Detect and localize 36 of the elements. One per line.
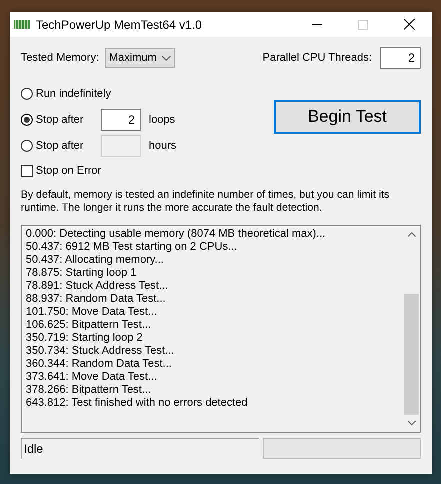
- scroll-down-icon[interactable]: [408, 421, 416, 426]
- log-line: 0.000: Detecting usable memory (8074 MB theoretical max)...: [26, 228, 327, 241]
- unit-label: loops: [149, 114, 176, 126]
- log-line: 373.641: Move Data Test...: [26, 371, 158, 384]
- window-title: TechPowerUp MemTest64 v1.0: [36, 18, 204, 32]
- log-line: 78.891: Stuck Address Test...: [26, 280, 170, 293]
- log-line: 106.625: Bitpattern Test...: [26, 319, 152, 332]
- log-line: 643.812: Test finished with no errors detected: [26, 397, 249, 410]
- cpu-threads-label: Parallel CPU Threads:: [262, 52, 372, 64]
- radio-icon[interactable]: [21, 114, 33, 126]
- radio-icon[interactable]: [21, 88, 33, 100]
- log-line: 360.344: Random Data Test...: [26, 358, 173, 371]
- stop-on-error-checkbox[interactable]: Stop on Error: [21, 165, 102, 177]
- log-line: 350.719: Starting loop 2: [26, 332, 144, 345]
- scrollbar-thumb[interactable]: [404, 294, 419, 415]
- tested-memory-label: Tested Memory:: [21, 52, 100, 64]
- scroll-up-icon[interactable]: [408, 232, 416, 237]
- cpu-threads-field[interactable]: 2: [380, 47, 421, 69]
- log-line: 101.750: Move Data Test...: [26, 306, 158, 319]
- log-line: 88.937: Random Data Test...: [26, 293, 167, 306]
- close-icon[interactable]: [404, 19, 414, 30]
- log-line: 78.875: Starting loop 1: [26, 267, 138, 280]
- log-line: 50.437: 6912 MB Test starting on 2 CPUs...: [26, 241, 238, 254]
- run-mode-field[interactable]: 2: [101, 109, 141, 131]
- begin-test-button[interactable]: Begin Test: [274, 100, 421, 134]
- log-line: 350.734: Stuck Address Test...: [26, 345, 176, 358]
- chevron-down-icon: [162, 56, 172, 60]
- log-line: 378.266: Bitpattern Test...: [26, 384, 152, 397]
- run-mode-radio[interactable]: Run indefinitely: [21, 88, 112, 100]
- log-line: 50.437: Allocating memory...: [26, 254, 165, 267]
- description-text: By default, memory is tested an indefinite number of times, but you can limit its runtime. The longer it runs the more accurate the fault detection.: [21, 189, 391, 215]
- tested-memory-dropdown[interactable]: Maximum: [105, 48, 176, 68]
- status-text: Idle: [21, 438, 259, 459]
- unit-label: hours: [149, 140, 177, 152]
- memory-module-icon: [14, 20, 30, 29]
- run-mode-radio[interactable]: Stop after: [21, 114, 101, 126]
